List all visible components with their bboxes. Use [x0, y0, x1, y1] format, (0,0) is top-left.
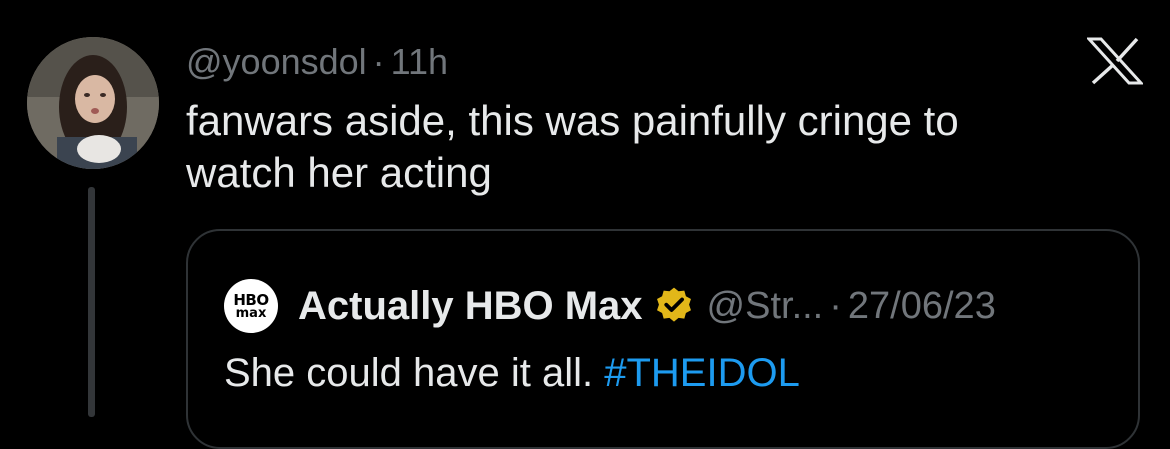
quote-handle[interactable]: @Str...	[707, 285, 824, 327]
avatar-photo	[27, 37, 159, 169]
reply-header: @yoonsdol · 11h	[186, 42, 448, 82]
thread-connector-line	[88, 187, 95, 417]
quote-tweet-card[interactable]: HBO max Actually HBO Max @Str... · 27/06/2…	[186, 229, 1140, 449]
x-close-icon[interactable]	[1087, 37, 1143, 85]
quote-header: HBO max Actually HBO Max @Str... · 27/06/2…	[224, 279, 996, 333]
separator-dot: ·	[372, 41, 385, 82]
avatar[interactable]	[27, 37, 159, 169]
quote-author-name[interactable]: Actually HBO Max	[298, 284, 643, 329]
quote-text-plain: She could have it all.	[224, 351, 605, 395]
reply-handle[interactable]: @yoonsdol	[186, 41, 367, 82]
hashtag-link[interactable]: #THEIDOL	[604, 351, 800, 395]
quote-meta: @Str... · 27/06/23	[707, 285, 996, 328]
gold-verified-badge-icon	[656, 287, 691, 322]
reply-text: fanwars aside, this was painfully cringe…	[186, 95, 1086, 199]
quote-date[interactable]: 27/06/23	[848, 285, 996, 327]
reply-text-line1: fanwars aside, this was painfully cringe…	[186, 97, 959, 144]
quote-separator-dot: ·	[829, 284, 842, 327]
reply-time[interactable]: 11h	[391, 41, 448, 82]
max-logo-text: max	[235, 305, 267, 321]
hbo-max-avatar[interactable]: HBO max	[224, 279, 278, 333]
reply-text-line2: watch her acting	[186, 149, 492, 196]
quote-text: She could have it all. #THEIDOL	[224, 349, 800, 397]
